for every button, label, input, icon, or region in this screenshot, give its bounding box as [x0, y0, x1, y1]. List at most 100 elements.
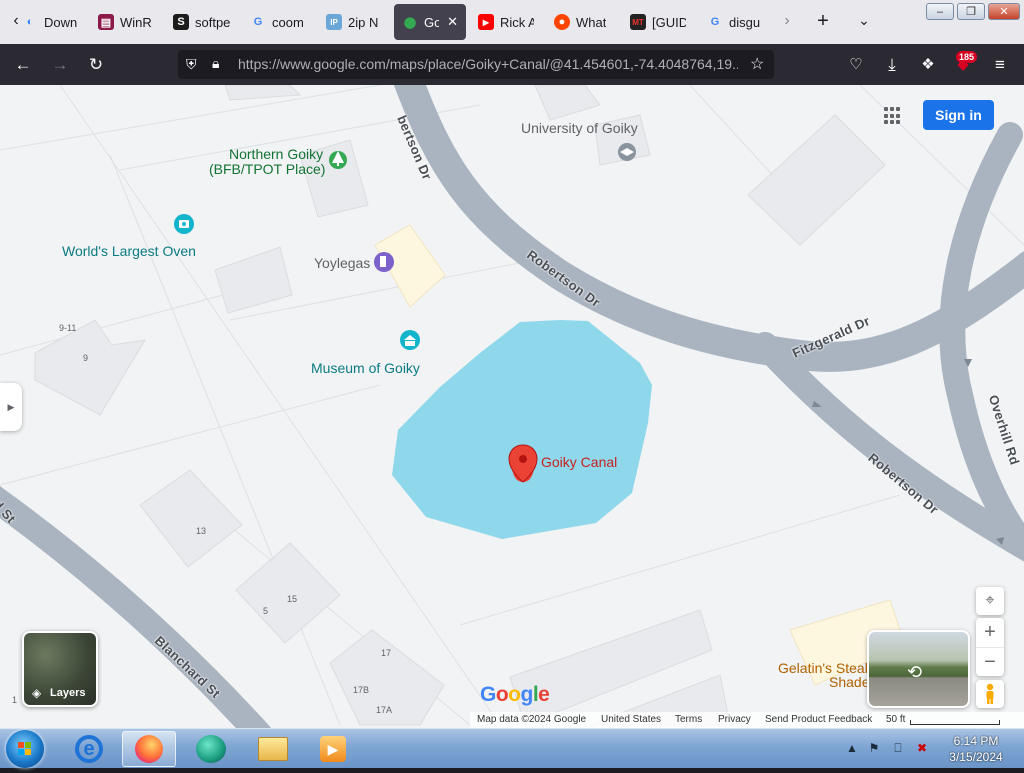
tab-winrar[interactable]: ▤ WinR	[98, 4, 156, 40]
google-logo-letter: o	[508, 683, 521, 706]
reload-icon[interactable]: ↻	[85, 54, 107, 76]
gelatins-steak-sublabel[interactable]: Shade	[829, 674, 869, 690]
tab-strip: ‹ ◐ Down ▤ WinR S softpe G coom IP 2ip N…	[0, 0, 1024, 44]
network-icon[interactable]: ⎕	[890, 741, 906, 757]
terms-link[interactable]: Terms	[675, 714, 702, 725]
forward-arrow-icon[interactable]: →	[49, 54, 71, 76]
downloads-icon[interactable]: ⤓	[881, 54, 903, 76]
tab-google-coom[interactable]: G coom	[250, 4, 306, 40]
start-button[interactable]	[6, 730, 44, 768]
sign-in-button[interactable]: Sign in	[923, 100, 994, 130]
2ip-favicon-icon: IP	[326, 14, 342, 30]
tab-google-maps[interactable]: ⬤ Goi ✕	[394, 4, 466, 40]
rotate-360-icon: ⟲	[907, 662, 923, 682]
google-apps-icon[interactable]	[884, 107, 902, 125]
tab-google-disgu[interactable]: G disgu	[707, 4, 763, 40]
clock-time[interactable]: 6:14 PM	[946, 734, 1006, 748]
google-logo-letter: e	[538, 683, 550, 706]
bookmark-star-icon[interactable]: ☆	[750, 54, 764, 74]
send-feedback-link[interactable]: Send Product Feedback	[765, 714, 872, 725]
tab-label: softpe	[195, 14, 231, 30]
address-5: 5	[263, 606, 269, 616]
tab-reddit[interactable]: ● What	[554, 4, 606, 40]
google-logo-letter: g	[520, 683, 534, 706]
pegman-icon[interactable]	[976, 680, 1004, 708]
museum-of-goiky-label[interactable]: Museum of Goiky	[311, 360, 420, 376]
address-17b: 17B	[353, 685, 370, 695]
url-text[interactable]: https://www.google.com/maps/place/Goiky+…	[238, 56, 738, 72]
tab-2ip[interactable]: IP 2ip N	[326, 4, 384, 40]
yoylegas-label[interactable]: Yoylegas	[314, 255, 370, 271]
layers-button[interactable]: ◈ Layers	[22, 631, 98, 707]
download-favicon-icon: ◐	[26, 16, 34, 28]
map-canvas[interactable]: Northern Goiky (BFB/TPOT Place) Universi…	[0, 85, 1024, 728]
attribution-bar: Map data ©2024 Google United States Term…	[470, 712, 1024, 728]
internet-explorer-taskbar-icon[interactable]: e	[62, 731, 116, 767]
show-hidden-icons-icon[interactable]: ▲	[844, 741, 860, 757]
tab-label: coom	[272, 14, 304, 30]
country-link[interactable]: United States	[601, 714, 661, 725]
tab-label: Down	[44, 14, 78, 30]
tab-label: What	[576, 14, 606, 30]
tab-softpedia[interactable]: S softpe	[173, 4, 231, 40]
zoom-in-button[interactable]: +	[976, 618, 1004, 647]
google-favicon-icon: G	[253, 16, 263, 28]
zoom-controls: + −	[976, 618, 1004, 676]
shield-icon[interactable]: ⛨	[186, 56, 197, 73]
close-tab-icon[interactable]: ✕	[447, 14, 458, 30]
my-location-icon[interactable]: ⌖	[976, 587, 1004, 615]
goiky-canal-label[interactable]: Goiky Canal	[541, 454, 617, 470]
back-arrow-icon[interactable]: ←	[12, 54, 34, 76]
layers-icon: ◈	[32, 686, 42, 700]
list-all-tabs-icon[interactable]: ⌄	[854, 12, 874, 29]
address-9: 9	[83, 353, 89, 363]
layers-label: Layers	[50, 687, 86, 699]
lock-icon[interactable]: 🔒︎	[212, 55, 219, 72]
address-13: 13	[196, 526, 207, 536]
restore-window-button[interactable]: ❐	[957, 3, 985, 20]
google-logo-letter: o	[495, 683, 509, 706]
privacy-link[interactable]: Privacy	[718, 714, 751, 725]
close-window-button[interactable]: ✕	[988, 3, 1020, 20]
extensions-icon[interactable]: ❖	[917, 54, 939, 76]
action-center-flag-icon[interactable]: ⚑	[866, 741, 882, 757]
clock-date[interactable]: 3/15/2024	[946, 750, 1006, 764]
address-17: 17	[381, 648, 392, 658]
tab-download[interactable]: ◐ Down	[22, 4, 78, 40]
map-data-credit: Map data ©2024 Google	[477, 714, 587, 725]
reddit-favicon-icon: ●	[554, 14, 570, 30]
pocket-icon[interactable]: ♡	[845, 54, 867, 76]
firefox-taskbar-icon[interactable]	[122, 731, 176, 767]
zoom-out-button[interactable]: −	[976, 647, 1004, 676]
chat-app-taskbar-icon[interactable]	[184, 731, 238, 767]
scale-label[interactable]: 50 ft	[886, 714, 905, 725]
tab-label: [GUID	[652, 14, 686, 30]
file-explorer-taskbar-icon[interactable]	[246, 731, 300, 767]
address-1: 1	[12, 695, 18, 705]
tab-label: 2ip N	[348, 14, 379, 30]
tab-label: Goi	[424, 14, 440, 30]
street-view-thumbnail[interactable]: ⟲	[867, 630, 970, 708]
worlds-largest-oven-label[interactable]: World's Largest Oven	[62, 243, 196, 259]
google-maps-favicon-icon: ⬤	[403, 16, 417, 29]
minimize-window-button[interactable]: –	[926, 3, 954, 20]
google-logo-letter: G	[480, 683, 496, 706]
tab-guide[interactable]: MT [GUID	[630, 4, 686, 40]
volume-muted-icon[interactable]: ✖	[914, 741, 930, 757]
softpedia-favicon-icon: S	[173, 14, 189, 30]
menu-icon[interactable]: ≡	[989, 54, 1011, 76]
media-player-taskbar-icon[interactable]: ▶	[306, 731, 360, 767]
northern-goiky-sublabel[interactable]: (BFB/TPOT Place)	[209, 161, 325, 177]
address-15: 15	[287, 594, 298, 604]
university-of-goiky-label[interactable]: University of Goiky	[521, 120, 638, 136]
northern-goiky-label[interactable]: Northern Goiky	[229, 146, 323, 162]
scale-bar[interactable]	[910, 720, 1000, 725]
address-bar[interactable]: ⛨ 🔒︎ https://www.google.com/maps/place/G…	[178, 50, 774, 79]
tab-scroll-right-icon[interactable]: ›	[777, 12, 797, 30]
tab-youtube[interactable]: ▶ Rick A	[478, 4, 534, 40]
windows-taskbar: e ▶ ▲ ⚑ ⎕ ✖ 6:14 PM 3/15/2024	[0, 728, 1024, 768]
expand-side-panel-icon[interactable]: ▶	[0, 383, 22, 431]
navigation-toolbar: ← → ↻ ⛨ 🔒︎ https://www.google.com/maps/p…	[0, 44, 1024, 85]
tab-label: disgu	[729, 14, 761, 30]
new-tab-icon[interactable]: +	[813, 10, 833, 33]
